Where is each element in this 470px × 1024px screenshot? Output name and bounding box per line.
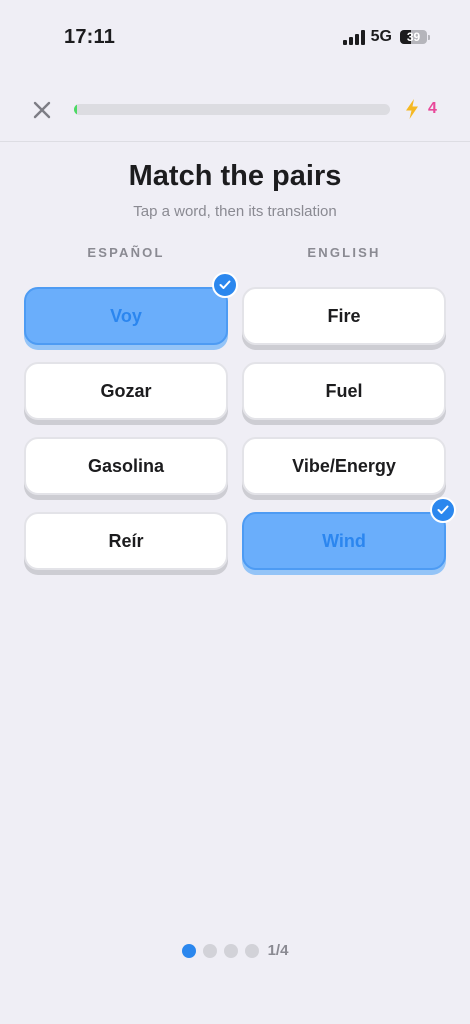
pair-row: Gasolina Vibe/Energy <box>24 437 446 512</box>
lesson-progress-fill <box>74 104 78 115</box>
pair-row: Reír Wind <box>24 497 456 587</box>
checkmark-icon <box>219 280 231 289</box>
checkmark-icon <box>437 505 449 514</box>
page-counter: 1/4 <box>267 942 289 959</box>
matched-check-badge <box>212 272 238 298</box>
word-tile-label: Vibe/Energy <box>292 455 396 476</box>
battery-icon: 39 <box>400 30 427 44</box>
word-tile-english[interactable]: Wind <box>242 497 456 570</box>
exercise-instructions: Tap a word, then its translation <box>133 203 337 220</box>
status-time: 17:11 <box>64 26 116 48</box>
word-tile-english[interactable]: Vibe/Energy <box>242 437 446 495</box>
word-tile-spanish[interactable]: Gasolina <box>24 437 228 495</box>
header-divider <box>0 141 470 142</box>
word-tile-english[interactable]: Fire <box>242 287 446 345</box>
battery-level: 39 <box>406 30 421 44</box>
word-tile-spanish[interactable]: Reír <box>24 512 228 570</box>
column-header-english: ENGLISH <box>307 245 381 260</box>
word-tile-label: Gasolina <box>87 455 165 476</box>
network-type: 5G <box>370 28 392 45</box>
word-tile-label: Gozar <box>100 380 152 401</box>
cellular-signal-icon <box>342 29 365 45</box>
status-bar: 17:11 5G 39 <box>0 0 470 76</box>
close-button[interactable] <box>28 96 56 124</box>
word-tile-label: Fuel <box>325 380 363 401</box>
page-dot <box>202 943 217 958</box>
status-indicators: 5G 39 <box>342 28 430 46</box>
word-tile-spanish[interactable]: Gozar <box>24 362 228 420</box>
lesson-top-bar: 4 <box>0 92 470 128</box>
word-tile-label: Reír <box>108 530 144 551</box>
page-dot <box>244 943 259 958</box>
column-header-spanish: ESPAÑOL <box>87 245 165 260</box>
battery-cap <box>428 34 430 40</box>
pair-row: Voy Fire <box>24 272 446 362</box>
word-tile-label: Voy <box>110 305 142 326</box>
match-pairs-screen: 17:11 5G 39 4 Match the pairs Tap a word… <box>0 0 470 1024</box>
lesson-progress-bar <box>74 104 390 115</box>
page-dot <box>223 943 238 958</box>
page-indicator: 1/4 <box>0 942 470 959</box>
close-icon <box>33 101 51 119</box>
exercise-title: Match the pairs <box>128 160 342 192</box>
lightning-bolt-icon <box>406 99 418 119</box>
pair-row: Gozar Fuel <box>24 362 446 437</box>
streak-indicator: 4 <box>404 98 437 120</box>
word-tile-label: Wind <box>322 530 366 551</box>
streak-count: 4 <box>428 100 437 117</box>
matched-check-badge <box>430 497 456 523</box>
word-tile-spanish[interactable]: Voy <box>24 272 238 345</box>
page-dot-active <box>181 943 196 958</box>
word-tile-english[interactable]: Fuel <box>242 362 446 420</box>
word-tile-grid: Voy Fire Gozar Fuel Gasolina Vibe/Energy <box>24 272 456 587</box>
word-tile-label: Fire <box>327 305 361 326</box>
